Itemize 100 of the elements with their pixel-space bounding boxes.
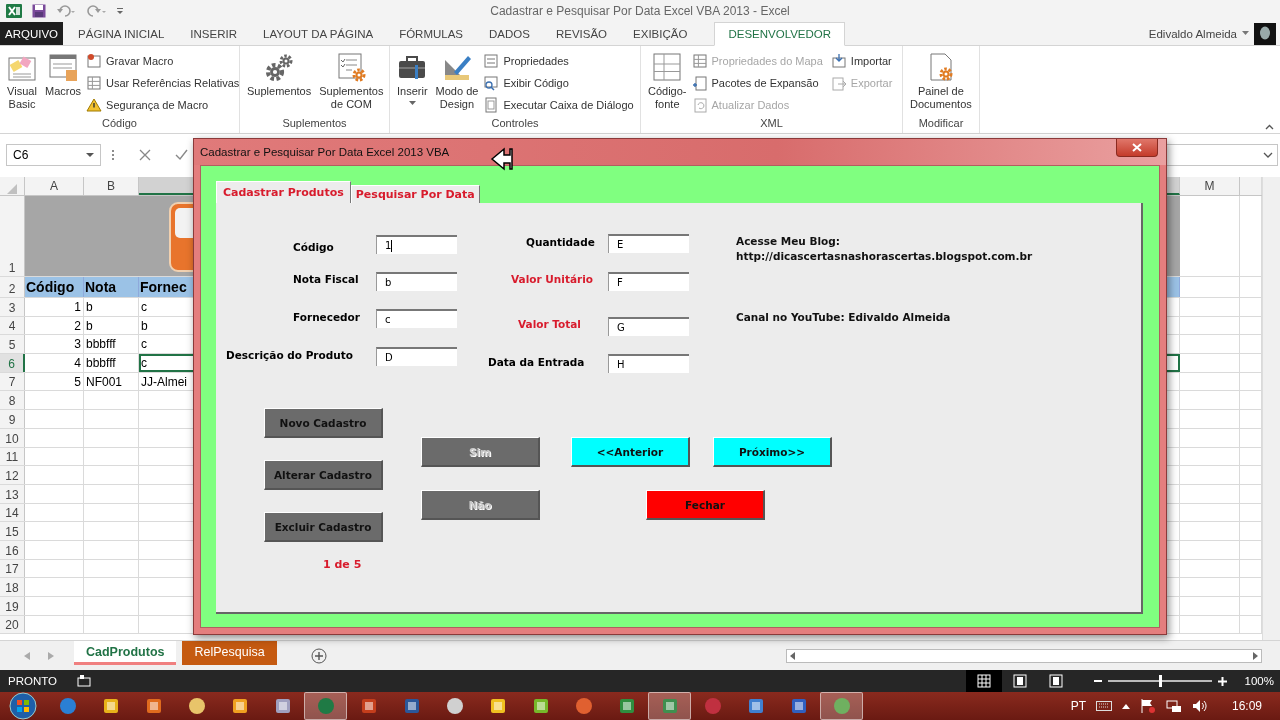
- confirm-icon[interactable]: [175, 149, 188, 161]
- ribbon-button[interactable]: Importar: [830, 51, 893, 70]
- ribbon-button[interactable]: Modo de Design: [432, 50, 482, 113]
- row-header[interactable]: 2: [0, 277, 25, 297]
- row-header[interactable]: 15: [0, 522, 25, 540]
- form-tab[interactable]: Pesquisar Por Data: [350, 185, 480, 203]
- form-button[interactable]: Fechar: [646, 490, 765, 520]
- row-header[interactable]: 1: [0, 196, 25, 276]
- account-name[interactable]: Edivaldo Almeida: [1148, 27, 1237, 40]
- show-hidden-icon[interactable]: [1121, 703, 1130, 709]
- column-header[interactable]: M: [1180, 177, 1240, 195]
- column-header[interactable]: A: [25, 177, 84, 195]
- text-field[interactable]: 1: [376, 235, 457, 254]
- row-header[interactable]: 5: [0, 335, 25, 354]
- form-button[interactable]: Novo Cadastro: [264, 408, 383, 438]
- macro-recording-icon[interactable]: [77, 675, 91, 687]
- window-icon: [48, 52, 79, 82]
- close-icon[interactable]: [1132, 143, 1142, 152]
- form-button[interactable]: <<Anterior: [571, 437, 690, 467]
- ribbon-button[interactable]: Exibir Código: [483, 73, 634, 92]
- ribbon-tab[interactable]: DADOS: [476, 22, 543, 45]
- ribbon-button[interactable]: Usar Referências Relativas: [86, 73, 240, 92]
- ribbon-button[interactable]: Inserir: [394, 50, 431, 108]
- flag-icon[interactable]: [1139, 698, 1156, 714]
- ribbon-tab[interactable]: REVISÃO: [542, 22, 621, 45]
- close-button[interactable]: [1116, 139, 1158, 157]
- ribbon-tab[interactable]: FÓRMULAS: [386, 22, 477, 45]
- table-cell: bbbfff: [84, 354, 139, 372]
- save-icon[interactable]: [32, 4, 46, 18]
- blog-label: Acesse Meu Blog:: [736, 235, 840, 247]
- language-indicator[interactable]: PT: [1070, 699, 1086, 713]
- export-icon: [830, 74, 847, 91]
- ribbon-button[interactable]: Macros: [42, 50, 85, 100]
- ribbon-button[interactable]: Propriedades: [483, 51, 634, 70]
- more-icon[interactable]: [111, 149, 115, 161]
- ribbon-button[interactable]: Código- fonte: [645, 50, 690, 113]
- add-sheet-icon[interactable]: [310, 647, 327, 664]
- text-field[interactable]: F: [608, 272, 689, 291]
- network-icon[interactable]: [1165, 698, 1182, 714]
- expand-icon[interactable]: [1263, 152, 1273, 158]
- text-field[interactable]: D: [376, 347, 457, 366]
- row-header[interactable]: 6: [0, 354, 25, 372]
- ribbon-button[interactable]: Painel de Documentos: [907, 50, 975, 113]
- ribbon-button[interactable]: Segurança de Macro: [86, 95, 240, 114]
- avatar[interactable]: [1254, 22, 1276, 45]
- form-button[interactable]: Alterar Cadastro: [264, 460, 383, 490]
- text-field[interactable]: E: [608, 234, 689, 253]
- row-header[interactable]: 12: [0, 466, 25, 484]
- ribbon-button[interactable]: Suplementos de COM: [316, 50, 387, 113]
- group-label: Suplementos: [282, 117, 347, 129]
- redo-icon[interactable]: [86, 4, 106, 18]
- normal-view-icon[interactable]: [965, 670, 1002, 692]
- name-box[interactable]: C6: [6, 144, 101, 166]
- ribbon-button[interactable]: Executar Caixa de Diálogo: [483, 95, 634, 114]
- text-field[interactable]: c: [376, 309, 457, 328]
- undo-icon[interactable]: [56, 4, 76, 18]
- slider-thumb[interactable]: [1158, 675, 1162, 687]
- collapse-icon[interactable]: [1265, 124, 1274, 130]
- table-cell: Nota: [84, 277, 139, 297]
- keyboard-icon[interactable]: [1095, 701, 1112, 711]
- sheet-tab[interactable]: RelPesquisa: [182, 641, 277, 665]
- ribbon-tab[interactable]: INSERIR: [177, 22, 250, 45]
- zoom-in-icon[interactable]: [1217, 676, 1227, 686]
- ribbon-tab[interactable]: EXIBIÇÃO: [620, 22, 701, 45]
- row-header[interactable]: 8: [0, 391, 25, 410]
- row-header[interactable]: 9: [0, 410, 25, 428]
- app-icon: [445, 697, 464, 715]
- ribbon-tab[interactable]: LAYOUT DA PÁGINA: [250, 22, 387, 45]
- start-button[interactable]: [9, 692, 37, 720]
- ribbon-button[interactable]: Gravar Macro: [86, 51, 240, 70]
- text-field[interactable]: b: [376, 272, 457, 291]
- ribbon-button[interactable]: Visual Basic: [4, 50, 40, 113]
- table-cell: b: [84, 298, 139, 316]
- speaker-icon[interactable]: [1191, 698, 1208, 714]
- zoom-out-icon[interactable]: [1093, 677, 1102, 685]
- table-cell: b: [84, 316, 139, 335]
- caret-icon[interactable]: [1242, 31, 1249, 36]
- spreadsheet-app-icon[interactable]: [6, 3, 22, 19]
- sheet-tab[interactable]: CadProdutos: [74, 641, 177, 665]
- row-header[interactable]: 3: [0, 298, 25, 316]
- customize-caret-icon[interactable]: [116, 7, 124, 15]
- ribbon-button[interactable]: Suplementos: [244, 50, 315, 100]
- ribbon-tab[interactable]: ARQUIVO: [0, 22, 64, 45]
- form-tab[interactable]: Cadastrar Produtos: [216, 181, 351, 203]
- horizontal-scrollbar[interactable]: [786, 648, 1262, 663]
- form-button[interactable]: Excluir Cadastro: [264, 512, 383, 542]
- row-header[interactable]: 19: [0, 597, 25, 615]
- text-field[interactable]: G: [608, 317, 689, 336]
- row-header[interactable]: 18: [0, 578, 25, 596]
- zoom-level[interactable]: 100%: [1244, 675, 1274, 687]
- ribbon-tab[interactable]: PÁGINA INICIAL: [65, 22, 178, 45]
- clock[interactable]: 16:09: [1231, 699, 1262, 713]
- cancel-icon[interactable]: [139, 149, 151, 161]
- table-cell: 1: [25, 298, 84, 316]
- vertical-scrollbar[interactable]: [1262, 177, 1280, 640]
- ribbon-button[interactable]: Pacotes de Expansão: [691, 73, 823, 92]
- cursor-icon: [490, 147, 514, 171]
- form-button[interactable]: Próximo>>: [713, 437, 832, 467]
- text-field[interactable]: H: [608, 354, 689, 373]
- ribbon-tab[interactable]: DESENVOLVEDOR: [714, 22, 846, 46]
